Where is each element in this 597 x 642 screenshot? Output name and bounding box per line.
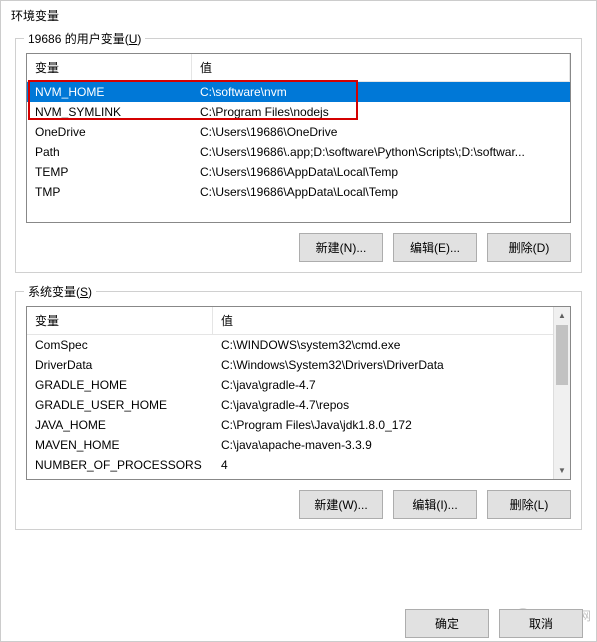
sys-scrollbar[interactable]: ▲ ▼	[553, 307, 570, 479]
var-name-cell: OneDrive	[27, 124, 192, 140]
var-value-cell: 4	[213, 457, 570, 473]
table-row[interactable]: DriverDataC:\Windows\System32\Drivers\Dr…	[27, 355, 570, 375]
table-row[interactable]: GRADLE_HOMEC:\java\gradle-4.7	[27, 375, 570, 395]
var-name-cell: Path	[27, 144, 192, 160]
var-value-cell: C:\Program Files\Java\jdk1.8.0_172	[213, 417, 570, 433]
sys-vars-body: ComSpecC:\WINDOWS\system32\cmd.exeDriver…	[27, 335, 570, 475]
var-value-cell: C:\java\gradle-4.7	[213, 377, 570, 393]
col-value[interactable]: 值	[213, 307, 570, 334]
user-vars-list[interactable]: 变量 值 NVM_HOMEC:\software\nvmNVM_SYMLINKC…	[26, 53, 571, 223]
var-name-cell: ComSpec	[27, 337, 213, 353]
sys-delete-button[interactable]: 删除(L)	[487, 490, 571, 519]
user-delete-button[interactable]: 删除(D)	[487, 233, 571, 262]
var-value-cell: C:\software\nvm	[192, 84, 570, 100]
col-variable[interactable]: 变量	[27, 54, 192, 81]
sys-vars-label-text: 系统变量	[28, 285, 76, 299]
var-value-cell: C:\Users\19686\AppData\Local\Temp	[192, 164, 570, 180]
user-vars-buttons: 新建(N)... 编辑(E)... 删除(D)	[26, 233, 571, 262]
cancel-button[interactable]: 取消	[499, 609, 583, 638]
sys-new-button[interactable]: 新建(W)...	[299, 490, 383, 519]
var-name-cell: GRADLE_HOME	[27, 377, 213, 393]
sys-vars-hotkey: S	[80, 285, 88, 299]
user-vars-body: NVM_HOMEC:\software\nvmNVM_SYMLINKC:\Pro…	[27, 82, 570, 202]
scroll-thumb[interactable]	[556, 325, 568, 385]
user-vars-label: 19686 的用户变量(U)	[24, 30, 145, 47]
dialog-buttons: 确定 取消	[405, 609, 583, 638]
user-vars-group: 19686 的用户变量(U) 变量 值 NVM_HOMEC:\software\…	[15, 38, 582, 273]
var-value-cell: C:\Users\19686\AppData\Local\Temp	[192, 184, 570, 200]
table-row[interactable]: ComSpecC:\WINDOWS\system32\cmd.exe	[27, 335, 570, 355]
sys-vars-header[interactable]: 变量 值	[27, 307, 570, 335]
table-row[interactable]: PathC:\Users\19686\.app;D:\software\Pyth…	[27, 142, 570, 162]
sys-vars-group: 系统变量(S) 变量 值 ComSpecC:\WINDOWS\system32\…	[15, 291, 582, 530]
content-area: 19686 的用户变量(U) 变量 值 NVM_HOMEC:\software\…	[1, 30, 596, 530]
var-value-cell: C:\Windows\System32\Drivers\DriverData	[213, 357, 570, 373]
sys-vars-buttons: 新建(W)... 编辑(I)... 删除(L)	[26, 490, 571, 519]
user-new-button[interactable]: 新建(N)...	[299, 233, 383, 262]
user-edit-button[interactable]: 编辑(E)...	[393, 233, 477, 262]
user-vars-hotkey: U	[129, 32, 138, 46]
table-row[interactable]: NUMBER_OF_PROCESSORS4	[27, 455, 570, 475]
scroll-up-arrow[interactable]: ▲	[554, 307, 570, 324]
window-title: 环境变量	[1, 1, 596, 30]
table-row[interactable]: TMPC:\Users\19686\AppData\Local\Temp	[27, 182, 570, 202]
sys-edit-button[interactable]: 编辑(I)...	[393, 490, 477, 519]
col-variable[interactable]: 变量	[27, 307, 213, 334]
table-row[interactable]: NVM_SYMLINKC:\Program Files\nodejs	[27, 102, 570, 122]
env-vars-window: 环境变量 19686 的用户变量(U) 变量 值 NVM_HOMEC:\soft…	[0, 0, 597, 642]
user-vars-label-text: 19686 的用户变量	[28, 32, 125, 46]
var-value-cell: C:\Users\19686\OneDrive	[192, 124, 570, 140]
var-value-cell: C:\WINDOWS\system32\cmd.exe	[213, 337, 570, 353]
var-name-cell: GRADLE_USER_HOME	[27, 397, 213, 413]
table-row[interactable]: MAVEN_HOMEC:\java\apache-maven-3.3.9	[27, 435, 570, 455]
var-name-cell: JAVA_HOME	[27, 417, 213, 433]
sys-vars-label: 系统变量(S)	[24, 283, 96, 300]
user-vars-header[interactable]: 变量 值	[27, 54, 570, 82]
var-value-cell: C:\java\apache-maven-3.3.9	[213, 437, 570, 453]
var-value-cell: C:\java\gradle-4.7\repos	[213, 397, 570, 413]
var-name-cell: DriverData	[27, 357, 213, 373]
ok-button[interactable]: 确定	[405, 609, 489, 638]
var-name-cell: TEMP	[27, 164, 192, 180]
table-row[interactable]: TEMPC:\Users\19686\AppData\Local\Temp	[27, 162, 570, 182]
var-name-cell: NVM_SYMLINK	[27, 104, 192, 120]
table-row[interactable]: GRADLE_USER_HOMEC:\java\gradle-4.7\repos	[27, 395, 570, 415]
table-row[interactable]: JAVA_HOMEC:\Program Files\Java\jdk1.8.0_…	[27, 415, 570, 435]
table-row[interactable]: NVM_HOMEC:\software\nvm	[27, 82, 570, 102]
var-value-cell: C:\Users\19686\.app;D:\software\Python\S…	[192, 144, 570, 160]
var-name-cell: NUMBER_OF_PROCESSORS	[27, 457, 213, 473]
table-row[interactable]: OneDriveC:\Users\19686\OneDrive	[27, 122, 570, 142]
sys-vars-list[interactable]: 变量 值 ComSpecC:\WINDOWS\system32\cmd.exeD…	[26, 306, 571, 480]
scroll-down-arrow[interactable]: ▼	[554, 462, 570, 479]
var-value-cell: C:\Program Files\nodejs	[192, 104, 570, 120]
var-name-cell: NVM_HOME	[27, 84, 192, 100]
var-name-cell: TMP	[27, 184, 192, 200]
col-value[interactable]: 值	[192, 54, 570, 81]
var-name-cell: MAVEN_HOME	[27, 437, 213, 453]
